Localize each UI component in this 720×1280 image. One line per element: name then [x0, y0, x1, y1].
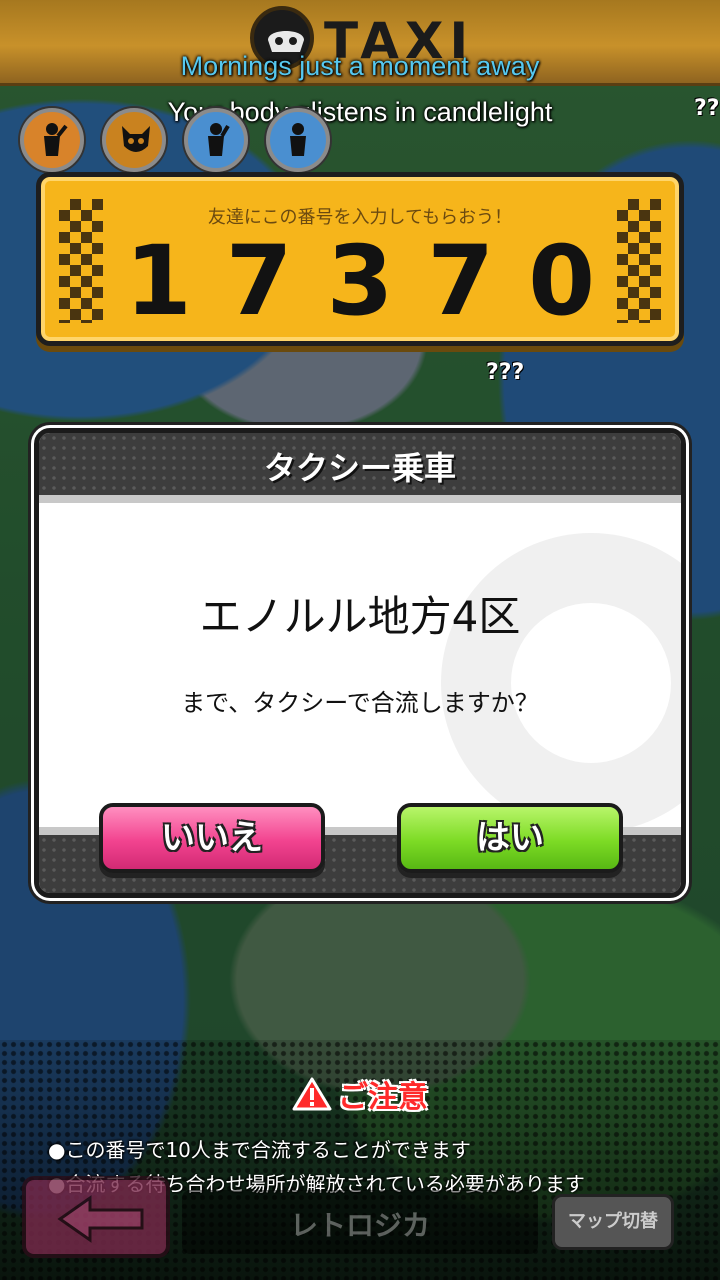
- caption-line-1: Mornings just a moment away: [180, 51, 540, 81]
- yes-button[interactable]: はい: [397, 803, 623, 873]
- warning-icon: [292, 1077, 332, 1111]
- confirm-question: まで、タクシーで合流しますか？: [181, 689, 539, 717]
- back-arrow-icon: [57, 1195, 144, 1243]
- dialog-title: タクシー乗車: [263, 449, 456, 487]
- dialog-header: タクシー乗車: [39, 433, 681, 495]
- map-switch-button[interactable]: マップ切替: [552, 1194, 674, 1250]
- back-button[interactable]: [22, 1176, 170, 1258]
- map-unknown-label: ??: [694, 96, 720, 121]
- notice-line-1: ●この番号で10人まで合流することができます: [48, 1138, 471, 1162]
- room-number: 17370: [125, 225, 629, 337]
- destination-name: エノルル地方4区: [199, 592, 521, 641]
- notice-title: ご注意: [0, 1072, 720, 1116]
- party-member-4-icon[interactable]: [266, 108, 330, 172]
- no-button[interactable]: いいえ: [99, 803, 325, 873]
- party-member-3-icon[interactable]: [184, 108, 248, 172]
- taxi-confirm-dialog: タクシー乗車 エノルル地方4区 まで、タクシーで合流しますか？ いいえ はい: [34, 428, 686, 898]
- party-member-1-icon[interactable]: [20, 108, 84, 172]
- location-label: レトロジカ: [289, 1209, 430, 1242]
- divider: [39, 495, 681, 503]
- notice-title-text: ご注意: [338, 1080, 428, 1115]
- room-number-plate: 友達にこの番号を入力してもらおう！ 17370: [36, 172, 684, 346]
- party-member-2-icon[interactable]: [102, 108, 166, 172]
- map-unknown-label: ???: [486, 360, 525, 385]
